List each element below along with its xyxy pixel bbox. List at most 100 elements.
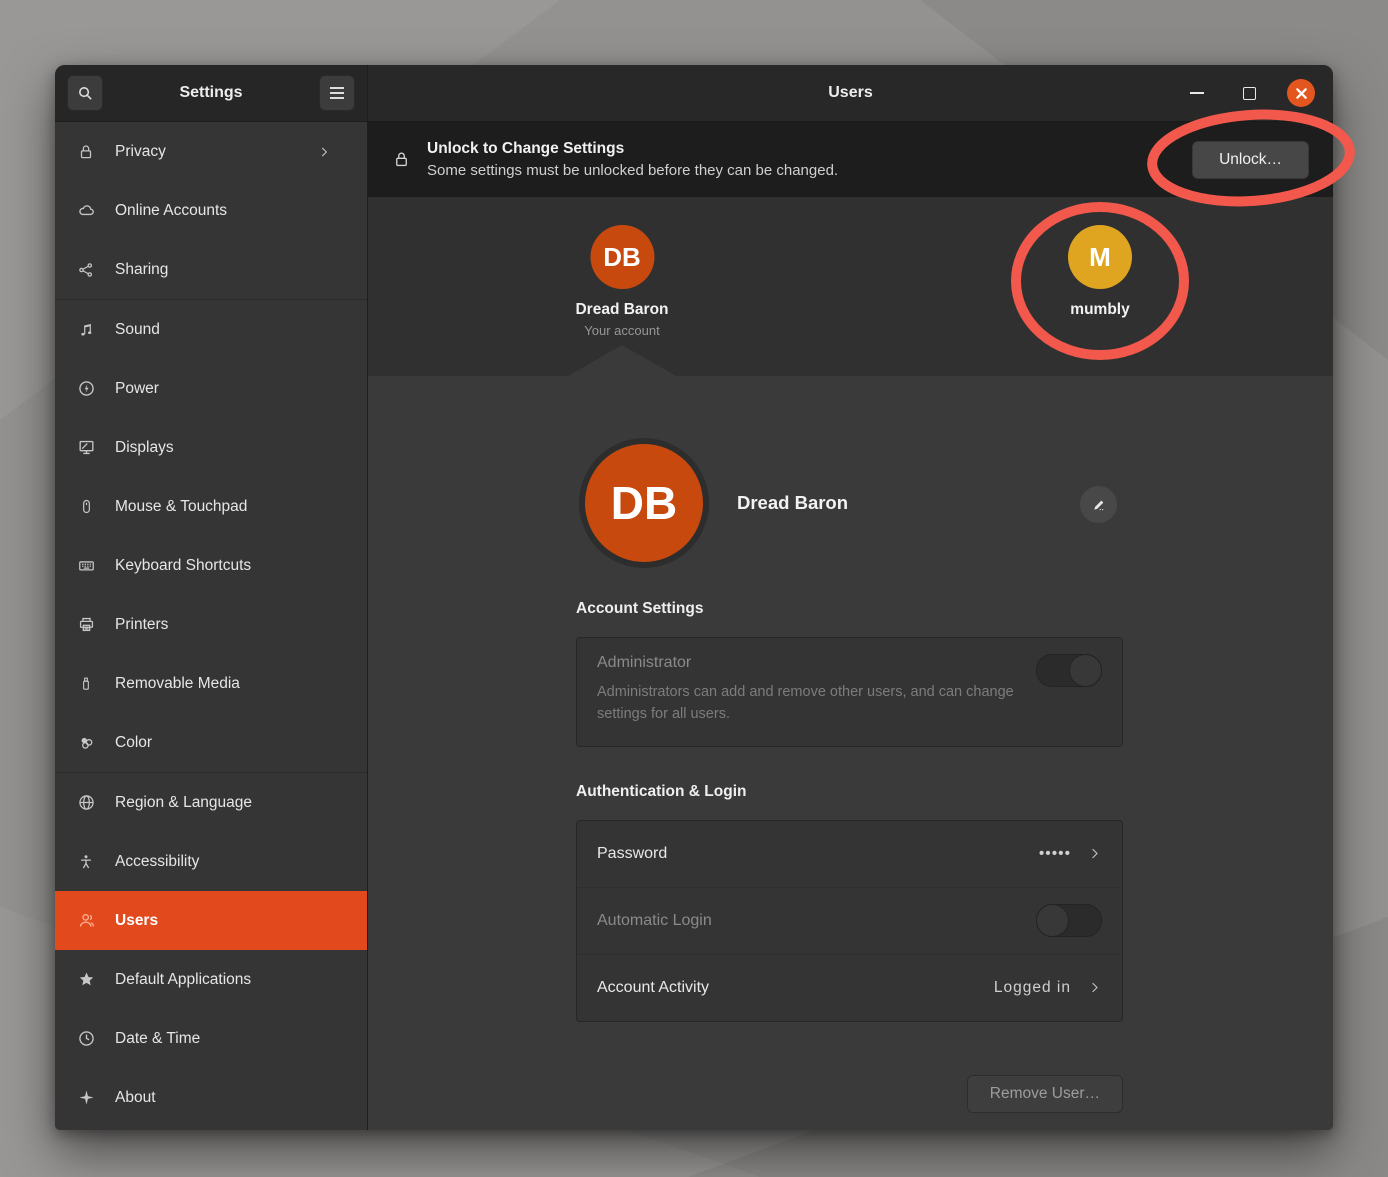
- sidebar-item-privacy[interactable]: Privacy: [55, 122, 367, 181]
- account-activity-value: Logged in: [994, 979, 1071, 997]
- sidebar-item-sound[interactable]: Sound: [55, 300, 367, 359]
- sidebar-item-label: Removable Media: [115, 675, 353, 693]
- sidebar-item-printers[interactable]: Printers: [55, 595, 367, 654]
- administrator-card: Administrator Administrators can add and…: [576, 637, 1123, 747]
- avatar: M: [1068, 225, 1132, 289]
- maximize-button[interactable]: [1235, 79, 1263, 107]
- power-icon: [73, 379, 99, 398]
- cloud-icon: [73, 201, 99, 220]
- globe-icon: [73, 793, 99, 812]
- star-icon: [73, 970, 99, 989]
- settings-window: Settings Privacy Onl: [55, 65, 1333, 1130]
- sidebar-item-label: Accessibility: [115, 853, 353, 871]
- password-row[interactable]: Password •••••: [577, 821, 1122, 887]
- page-title: Users: [828, 84, 872, 102]
- close-button[interactable]: [1287, 79, 1315, 107]
- sparkle-icon: [73, 1088, 99, 1107]
- password-value: •••••: [1039, 845, 1071, 863]
- accessibility-icon: [73, 853, 99, 871]
- administrator-toggle[interactable]: [1036, 654, 1102, 687]
- sidebar-item-accessibility[interactable]: Accessibility: [55, 832, 367, 891]
- sidebar-item-label: Online Accounts: [115, 202, 353, 220]
- sidebar-item-label: Region & Language: [115, 794, 353, 812]
- sidebar-item-sharing[interactable]: Sharing: [55, 240, 367, 299]
- infobar-text: Unlock to Change Settings Some settings …: [427, 138, 1192, 181]
- carousel-user-mumbly[interactable]: M mumbly: [1068, 225, 1132, 319]
- sidebar-item-date-time[interactable]: Date & Time: [55, 1009, 367, 1068]
- maximize-icon: [1243, 87, 1256, 100]
- sidebar-item-default-applications[interactable]: Default Applications: [55, 950, 367, 1009]
- edit-name-button[interactable]: [1079, 485, 1118, 524]
- profile-header: DB Dread Baron: [576, 442, 1123, 564]
- sidebar-item-label: Users: [115, 912, 353, 930]
- infobar-subtitle: Some settings must be unlocked before th…: [427, 161, 1192, 181]
- pencil-icon: [1091, 497, 1107, 513]
- lock-icon: [392, 150, 411, 169]
- minimize-button[interactable]: [1183, 79, 1211, 107]
- hamburger-icon: [329, 86, 345, 100]
- section-heading-authentication: Authentication & Login: [576, 783, 1123, 801]
- window-controls: [1183, 65, 1315, 121]
- app-title: Settings: [179, 84, 242, 102]
- color-icon: [73, 733, 99, 752]
- display-icon: [73, 438, 99, 457]
- mouse-icon: [73, 497, 99, 516]
- sidebar-item-label: About: [115, 1089, 353, 1107]
- automatic-login-label: Automatic Login: [597, 912, 712, 930]
- password-label: Password: [597, 845, 667, 863]
- sidebar-item-label: Default Applications: [115, 971, 353, 989]
- account-activity-row[interactable]: Account Activity Logged in: [577, 954, 1122, 1021]
- sidebar-item-label: Sound: [115, 321, 353, 339]
- search-icon: [77, 85, 94, 102]
- chevron-right-icon: [1087, 846, 1102, 861]
- sidebar-item-power[interactable]: Power: [55, 359, 367, 418]
- sidebar: Settings Privacy Onl: [55, 65, 368, 1130]
- sound-icon: [73, 321, 99, 339]
- user-detail-page: DB Dread Baron Account Settings Administ…: [368, 376, 1333, 1130]
- profile-name: Dread Baron: [737, 492, 848, 514]
- sidebar-item-region-language[interactable]: Region & Language: [55, 773, 367, 832]
- sidebar-item-label: Printers: [115, 616, 353, 634]
- avatar: DB: [590, 225, 654, 289]
- automatic-login-row: Automatic Login: [577, 887, 1122, 954]
- unlock-button[interactable]: Unlock…: [1192, 141, 1309, 179]
- titlebar: Users: [368, 65, 1333, 122]
- sidebar-item-label: Privacy: [115, 143, 311, 161]
- footer-actions: Remove User…: [576, 1075, 1123, 1113]
- infobar-title: Unlock to Change Settings: [427, 138, 1192, 160]
- sidebar-item-displays[interactable]: Displays: [55, 418, 367, 477]
- sidebar-item-label: Power: [115, 380, 353, 398]
- sidebar-header: Settings: [55, 65, 367, 122]
- remove-user-button[interactable]: Remove User…: [967, 1075, 1123, 1113]
- users-icon: [73, 911, 99, 930]
- chevron-right-icon: [1087, 980, 1102, 995]
- sidebar-item-color[interactable]: Color: [55, 713, 367, 772]
- sidebar-item-label: Color: [115, 734, 353, 752]
- usb-icon: [73, 674, 99, 693]
- sidebar-list: Privacy Online Accounts Sharing: [55, 122, 367, 1130]
- administrator-description: Administrators can add and remove other …: [597, 682, 1017, 726]
- close-icon: [1295, 87, 1308, 100]
- carousel-user-name: mumbly: [1070, 301, 1129, 319]
- automatic-login-toggle[interactable]: [1036, 904, 1102, 937]
- sidebar-item-about[interactable]: About: [55, 1068, 367, 1127]
- sidebar-item-users[interactable]: Users: [55, 891, 367, 950]
- search-button[interactable]: [67, 75, 103, 111]
- carousel-user-subtitle: Your account: [584, 323, 659, 338]
- carousel-user-name: Dread Baron: [575, 301, 668, 319]
- minimize-icon: [1190, 92, 1204, 94]
- sidebar-item-keyboard-shortcuts[interactable]: Keyboard Shortcuts: [55, 536, 367, 595]
- sidebar-item-online-accounts[interactable]: Online Accounts: [55, 181, 367, 240]
- keyboard-icon: [73, 556, 99, 575]
- lock-icon: [73, 143, 99, 161]
- toggle-knob: [1069, 654, 1102, 687]
- sidebar-item-label: Keyboard Shortcuts: [115, 557, 353, 575]
- sidebar-item-removable-media[interactable]: Removable Media: [55, 654, 367, 713]
- sidebar-item-mouse-touchpad[interactable]: Mouse & Touchpad: [55, 477, 367, 536]
- section-heading-account-settings: Account Settings: [576, 600, 1123, 618]
- carousel-user-dread-baron[interactable]: DB Dread Baron Your account: [575, 225, 668, 338]
- user-carousel: DB Dread Baron Your account M mumbly: [368, 197, 1333, 376]
- chevron-right-icon: [311, 145, 337, 159]
- menu-button[interactable]: [319, 75, 355, 111]
- sidebar-item-label: Sharing: [115, 261, 353, 279]
